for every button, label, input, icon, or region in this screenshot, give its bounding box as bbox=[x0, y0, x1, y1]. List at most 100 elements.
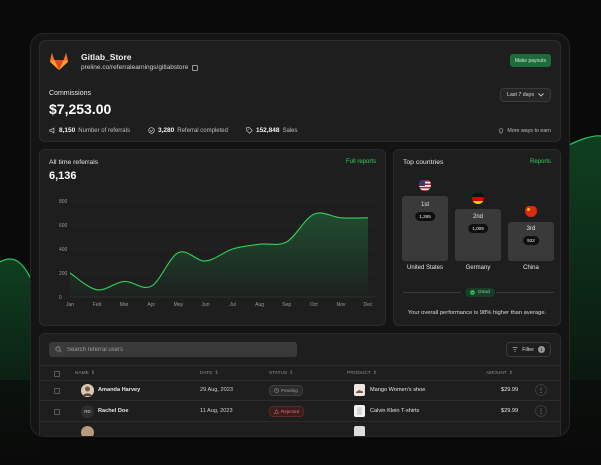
table-row[interactable]: Amanda Harvey 29 Aug, 2023 Pending Mango… bbox=[40, 381, 560, 401]
reports-link[interactable]: Reports bbox=[530, 159, 551, 165]
avatar: RD bbox=[81, 405, 94, 418]
copy-icon[interactable] bbox=[192, 64, 199, 71]
x-tick-label: Nov bbox=[336, 302, 345, 308]
x-tick-label: Mar bbox=[120, 302, 129, 308]
more-options-button[interactable]: ⋮ bbox=[535, 405, 547, 417]
x-tick-label: Jun bbox=[201, 302, 209, 308]
stats-row: 8,150 Number of referrals 3,280 Referral… bbox=[49, 127, 315, 134]
stat-value: 8,150 bbox=[59, 127, 76, 134]
country-count-badge: 1,009 bbox=[468, 224, 488, 233]
clock-icon bbox=[274, 388, 279, 393]
y-tick-label: 600 bbox=[59, 223, 68, 229]
column-header-status[interactable]: STATUS ⇕ bbox=[269, 371, 293, 376]
row-amount: $29.99 bbox=[501, 408, 519, 414]
gitlab-logo-icon bbox=[49, 52, 69, 71]
warning-icon bbox=[274, 409, 279, 414]
sort-icon: ⇕ bbox=[372, 371, 377, 376]
sort-icon: ⇕ bbox=[508, 371, 513, 376]
date-range-label: Last 7 days bbox=[506, 92, 534, 98]
de-flag-icon bbox=[472, 192, 484, 204]
row-date: 29 Aug, 2023 bbox=[200, 387, 233, 393]
performance-badge-label: Good bbox=[478, 290, 490, 295]
filter-count-badge: 1 bbox=[538, 346, 545, 353]
table-row[interactable] bbox=[40, 423, 560, 436]
sort-icon: ⇕ bbox=[214, 371, 219, 376]
x-tick-label: Oct bbox=[310, 302, 318, 308]
filter-button[interactable]: Filter 1 bbox=[506, 342, 551, 357]
x-tick-label: Jan bbox=[66, 302, 74, 308]
x-tick-label: Feb bbox=[93, 302, 102, 308]
referrals-chart-card: All time referrals 6,136 Full reports 02… bbox=[39, 149, 386, 326]
x-tick-label: Jul bbox=[229, 302, 235, 308]
table-row[interactable]: RD Rachel Doe 11 Aug, 2023 Rejected Calv… bbox=[40, 402, 560, 422]
status-badge: Pending bbox=[269, 385, 303, 396]
x-tick-label: Dec bbox=[364, 302, 373, 308]
more-ways-link[interactable]: More ways to earn bbox=[498, 128, 551, 134]
row-date: 11 Aug, 2023 bbox=[200, 408, 233, 414]
row-product: Calvin Klein T-shirts bbox=[370, 408, 420, 414]
search-input[interactable] bbox=[67, 346, 287, 353]
check-circle-icon bbox=[148, 127, 155, 134]
map-pin-icon bbox=[499, 128, 504, 134]
sort-icon: ⇕ bbox=[90, 371, 95, 376]
store-header-card: Gitlab_Store preline.co/referralearnings… bbox=[39, 40, 561, 142]
make-payouts-button[interactable]: Make payouts bbox=[509, 54, 551, 67]
country-name: China bbox=[523, 265, 539, 271]
country-count-badge: 922 bbox=[523, 236, 539, 245]
avatar bbox=[81, 426, 94, 436]
store-name: Gitlab_Store bbox=[81, 52, 132, 62]
dashboard-window: Gitlab_Store preline.co/referralearnings… bbox=[30, 33, 570, 437]
filter-label: Filter bbox=[522, 346, 534, 353]
y-tick-label: 800 bbox=[59, 199, 68, 205]
stat-value: 152,848 bbox=[255, 127, 280, 134]
cn-flag-icon bbox=[525, 205, 537, 217]
performance-text: Your overall performance is 98% higher t… bbox=[407, 310, 547, 316]
divider bbox=[403, 292, 461, 293]
x-tick-label: May bbox=[174, 302, 184, 308]
row-product: Mango Women's shoe bbox=[370, 387, 426, 393]
country-count-badge: 1,265 bbox=[415, 212, 435, 221]
product-thumbnail bbox=[354, 405, 365, 417]
avatar bbox=[81, 384, 94, 397]
row-checkbox[interactable] bbox=[54, 409, 60, 415]
row-amount: $29.99 bbox=[501, 387, 519, 393]
tag-icon bbox=[246, 127, 253, 134]
megaphone-icon bbox=[49, 127, 55, 134]
referral-users-table-card: Filter 1 NAME⇕ DATE⇕ STATUS⇕ PRODUCT⇕ AM… bbox=[39, 333, 561, 436]
y-tick-label: 200 bbox=[59, 271, 68, 277]
column-header-name[interactable]: NAME ⇕ bbox=[75, 371, 95, 376]
column-header-product[interactable]: PRODUCT ⇕ bbox=[347, 371, 377, 376]
podium-third: 3rd 922 bbox=[508, 222, 554, 261]
store-url: preline.co/referralearnings/gitlabstore bbox=[81, 64, 199, 71]
commissions-label: Commissions bbox=[49, 90, 92, 97]
stat-label: Referral completed bbox=[177, 127, 228, 134]
sort-icon: ⇕ bbox=[289, 371, 294, 376]
stat-label: Sales bbox=[282, 127, 298, 134]
top-countries-card: Top countries Reports 1st 1,265 United S… bbox=[393, 149, 561, 326]
date-range-select[interactable]: Last 7 days bbox=[499, 88, 551, 102]
place-label: 1st bbox=[420, 202, 429, 208]
place-label: 3rd bbox=[526, 226, 536, 232]
row-checkbox[interactable] bbox=[54, 388, 60, 394]
select-all-checkbox[interactable] bbox=[54, 371, 60, 377]
filter-icon bbox=[512, 347, 518, 352]
country-name: United States bbox=[406, 265, 444, 271]
referrals-area-chart: 0 200 400 600 800 Jan Feb Mar Apr May Jun Jul Aug Sep… bbox=[59, 199, 376, 308]
status-badge: Rejected bbox=[269, 406, 305, 417]
row-name: Amanda Harvey bbox=[98, 387, 141, 393]
x-tick-label: Aug bbox=[255, 302, 264, 308]
top-countries-title: Top countries bbox=[403, 159, 444, 166]
check-circle-icon bbox=[470, 290, 475, 295]
stat-sales: 152,848 Sales bbox=[246, 127, 298, 134]
search-icon bbox=[55, 346, 62, 353]
more-options-button[interactable]: ⋮ bbox=[535, 384, 547, 396]
row-name: Rachel Doe bbox=[98, 408, 129, 414]
chevron-down-icon bbox=[538, 93, 544, 97]
country-name: Germany bbox=[465, 265, 491, 271]
table-header: NAME ⇕ DATE ⇕ STATUS ⇕ PRODUCT ⇕ AMOUNT ⇕ bbox=[40, 365, 560, 381]
x-tick-label: Apr bbox=[147, 302, 155, 308]
product-thumbnail bbox=[354, 426, 365, 436]
place-label: 2nd bbox=[472, 214, 483, 220]
column-header-amount[interactable]: AMOUNT ⇕ bbox=[486, 371, 513, 376]
column-header-date[interactable]: DATE ⇕ bbox=[200, 371, 218, 376]
